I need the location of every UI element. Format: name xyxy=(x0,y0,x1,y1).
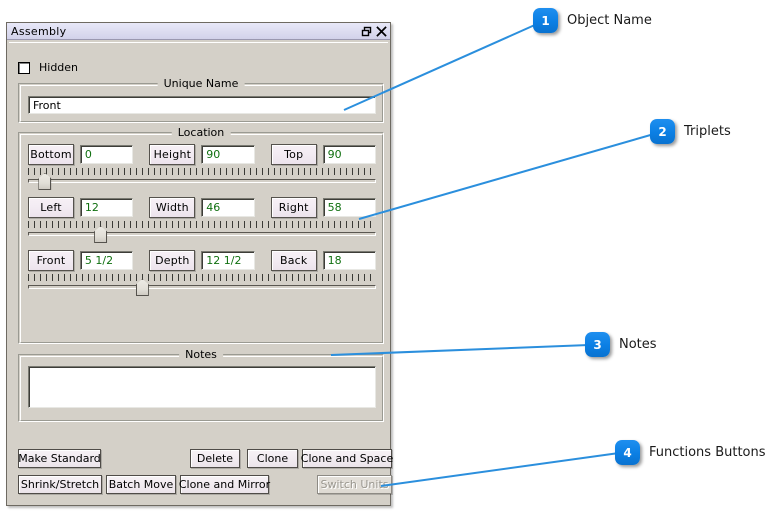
switch-units-button: Switch Units xyxy=(317,475,392,494)
horizontal-position-slider[interactable] xyxy=(28,221,376,243)
height-button[interactable]: Height xyxy=(149,144,196,165)
slider-thumb[interactable] xyxy=(38,173,52,190)
notes-input[interactable] xyxy=(28,366,376,408)
callout-badge-4: 4 xyxy=(615,440,640,465)
slider-ticks xyxy=(28,221,376,228)
callout-object-name: 1 Object Name xyxy=(533,8,652,33)
callout-badge-1: 1 xyxy=(533,8,558,33)
depth-value-input[interactable]: 12 1/2 xyxy=(201,251,255,270)
location-group: Location Bottom 0 Height 90 Top 90 Left … xyxy=(18,126,384,344)
restore-icon[interactable] xyxy=(359,24,374,39)
depth-position-slider[interactable] xyxy=(28,274,376,296)
notes-group-title: Notes xyxy=(179,348,223,361)
callout-functions-buttons: 4 Functions Buttons xyxy=(615,440,766,465)
callout-notes: 3 Notes xyxy=(585,332,657,357)
unique-name-group-title: Unique Name xyxy=(157,77,245,90)
callout-label-1: Object Name xyxy=(567,13,652,28)
right-button[interactable]: Right xyxy=(270,197,317,218)
batch-move-button[interactable]: Batch Move xyxy=(106,475,176,494)
left-button[interactable]: Left xyxy=(28,197,74,218)
slider-thumb[interactable] xyxy=(135,279,149,296)
bottom-button[interactable]: Bottom xyxy=(28,144,74,165)
slider-ticks xyxy=(28,168,376,175)
unique-name-group: Unique Name Front xyxy=(18,77,384,123)
back-button[interactable]: Back xyxy=(270,250,317,271)
window-title-bar[interactable]: Assembly xyxy=(7,23,390,40)
top-button[interactable]: Top xyxy=(270,144,317,165)
clone-and-space-button[interactable]: Clone and Space xyxy=(301,449,393,468)
slider-track[interactable] xyxy=(28,285,376,289)
hidden-checkbox-label: Hidden xyxy=(39,61,79,74)
vertical-position-slider[interactable] xyxy=(28,168,376,190)
height-value-input[interactable]: 90 xyxy=(201,145,255,164)
unique-name-input[interactable]: Front xyxy=(28,96,376,114)
callout-label-3: Notes xyxy=(619,337,657,352)
bottom-value-input[interactable]: 0 xyxy=(79,145,134,164)
callout-label-2: Triplets xyxy=(684,124,731,139)
location-group-title: Location xyxy=(171,126,231,139)
width-button[interactable]: Width xyxy=(149,197,196,218)
delete-button[interactable]: Delete xyxy=(190,449,240,468)
make-standard-button[interactable]: Make Standard xyxy=(18,449,101,468)
assembly-window: Assembly Hidden Unique Name Front Locati… xyxy=(6,22,393,506)
window-title: Assembly xyxy=(11,25,67,37)
callout-badge-3: 3 xyxy=(585,332,610,357)
window-body: Hidden Unique Name Front Location Bottom… xyxy=(9,42,393,503)
left-value-input[interactable]: 12 xyxy=(79,198,134,217)
hidden-checkbox-row[interactable]: Hidden xyxy=(18,61,78,74)
notes-group: Notes xyxy=(18,348,384,422)
hidden-checkbox[interactable] xyxy=(18,61,30,74)
callout-triplets: 2 Triplets xyxy=(650,119,731,144)
back-value-input[interactable]: 18 xyxy=(322,251,376,270)
callout-badge-2: 2 xyxy=(650,119,675,144)
width-value-input[interactable]: 46 xyxy=(201,198,255,217)
callout-label-4: Functions Buttons xyxy=(649,445,766,460)
slider-track[interactable] xyxy=(28,179,376,183)
triplet-row-horizontal: Left 12 Width 46 Right 58 xyxy=(28,197,376,218)
shrink-stretch-button[interactable]: Shrink/Stretch xyxy=(18,475,102,494)
clone-button[interactable]: Clone xyxy=(247,449,298,468)
clone-and-mirror-button[interactable]: Clone and Mirror xyxy=(179,475,270,494)
triplet-row-vertical: Bottom 0 Height 90 Top 90 xyxy=(28,144,376,165)
slider-track[interactable] xyxy=(28,232,376,236)
right-value-input[interactable]: 58 xyxy=(322,198,376,217)
front-button[interactable]: Front xyxy=(28,250,74,271)
close-icon[interactable] xyxy=(374,24,389,39)
triplet-row-depth: Front 5 1/2 Depth 12 1/2 Back 18 xyxy=(28,250,376,271)
top-value-input[interactable]: 90 xyxy=(322,145,376,164)
slider-ticks xyxy=(28,274,376,281)
slider-thumb[interactable] xyxy=(94,226,108,243)
depth-button[interactable]: Depth xyxy=(149,250,196,271)
front-value-input[interactable]: 5 1/2 xyxy=(79,251,134,270)
